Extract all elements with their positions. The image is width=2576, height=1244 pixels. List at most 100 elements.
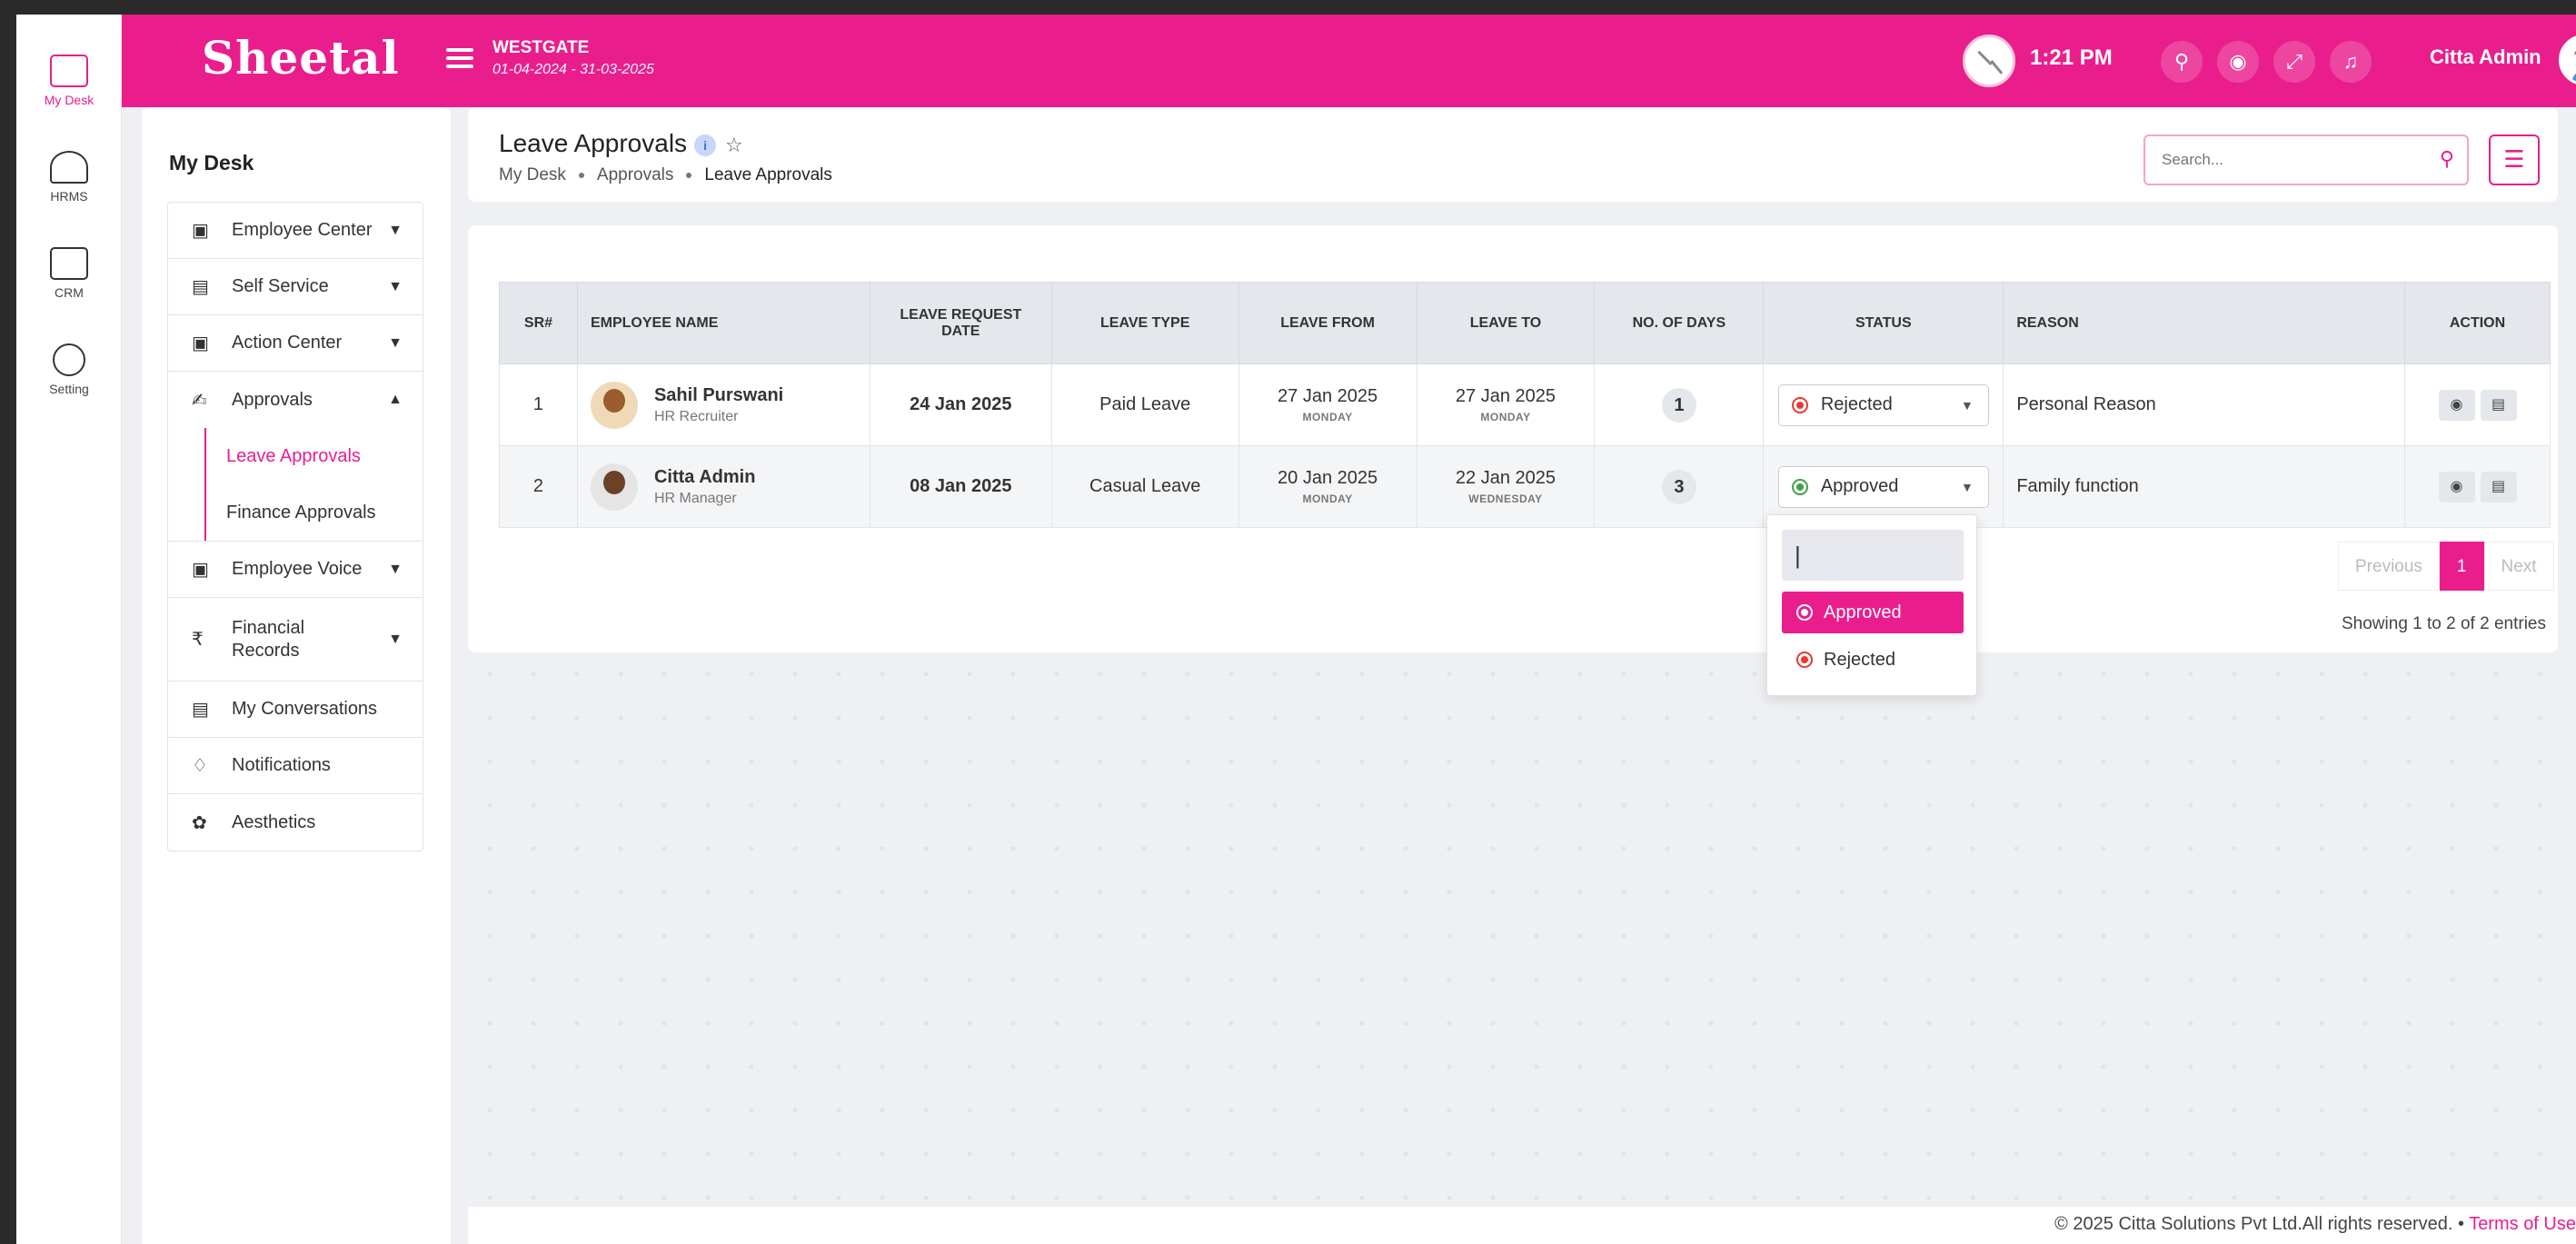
cell-days: 1 — [1594, 363, 1765, 446]
col-reason: REASON — [2003, 282, 2405, 364]
cell-leave-from: 20 Jan 2025 MONDAY — [1238, 445, 1417, 528]
search-input[interactable] — [2145, 136, 2418, 184]
status-rejected-icon — [1791, 396, 1808, 413]
search-box: ⚲ — [2143, 134, 2469, 185]
menu-item-my-conversations[interactable]: ▤ My Conversations — [168, 682, 423, 738]
submenu-finance-approvals[interactable]: Finance Approvals — [168, 484, 423, 541]
option-label: Rejected — [1824, 649, 1895, 670]
menu-item-approvals[interactable]: ✍ Approvals ▲ — [168, 372, 423, 428]
view-icon[interactable]: ◉ — [2438, 471, 2475, 503]
bell-icon[interactable]: ♫ — [2330, 41, 2372, 83]
employee-role: HR Recruiter — [653, 408, 739, 424]
brand-logo[interactable]: Sheetal — [202, 31, 400, 85]
chevron-down-icon: ▼ — [388, 334, 403, 351]
page-title: Leave Approvals i ☆ — [499, 129, 743, 158]
fiscal-year: 01-04-2024 - 31-03-2025 — [492, 62, 654, 77]
page-header: Leave Approvals i ☆ My Desk Approvals Leave … — [468, 107, 2558, 202]
hamburger-menu-icon[interactable] — [446, 48, 473, 73]
search-icon[interactable]: ⚲ — [2440, 147, 2454, 171]
rupee-icon: ₹ — [192, 630, 204, 650]
cell-reason: Personal Reason — [2003, 363, 2405, 446]
eye-icon[interactable]: ◉ — [2217, 41, 2259, 83]
menu-item-financial-records[interactable]: ₹ Financial Records ▼ — [168, 598, 423, 682]
menu-item-label: Action Center — [232, 333, 343, 353]
dropdown-option-rejected[interactable]: Rejected — [1782, 639, 1964, 681]
status-value: Approved — [1820, 476, 1899, 496]
radio-icon — [1796, 604, 1813, 621]
employee-avatar — [590, 381, 638, 429]
menu-list: ▣ Employee Center ▼ ▤ Self Service ▼ ▣ A… — [167, 202, 423, 851]
cell-employee: Sahil Purswani HR Recruiter — [576, 363, 870, 446]
voice-icon: ▣ — [192, 560, 209, 580]
menu-item-label: Notifications — [232, 755, 331, 775]
menu-item-employee-voice[interactable]: ▣ Employee Voice ▼ — [168, 542, 423, 598]
user-avatar[interactable] — [2559, 35, 2576, 85]
cell-status: Rejected ▼ — [1763, 363, 2004, 446]
date-value: 27 Jan 2025 — [1455, 386, 1557, 406]
option-label: Approved — [1824, 602, 1902, 622]
menu-item-notifications[interactable]: ♢ Notifications — [168, 738, 423, 794]
cell-request-date: 08 Jan 2025 — [869, 445, 1052, 528]
days-badge: 3 — [1661, 469, 1696, 504]
filter-button[interactable]: ☰ — [2489, 134, 2540, 185]
copyright: © 2025 Citta Solutions Pvt Ltd.All right… — [2054, 1214, 2453, 1234]
rail-item-crm[interactable]: CRM — [16, 247, 122, 300]
col-action: ACTION — [2404, 282, 2551, 364]
menu-item-employee-center[interactable]: ▣ Employee Center ▼ — [168, 203, 423, 259]
user-name[interactable]: Citta Admin — [2430, 45, 2541, 69]
view-icon[interactable]: ◉ — [2438, 389, 2475, 421]
fullscreen-icon[interactable]: ⤢ — [2273, 41, 2315, 83]
menu-item-self-service[interactable]: ▤ Self Service ▼ — [168, 259, 423, 315]
info-icon[interactable]: i — [694, 134, 717, 156]
col-status: STATUS — [1763, 282, 2004, 364]
cell-days: 3 — [1594, 445, 1765, 528]
table-row: 1 Sahil Purswani HR Recruiter 24 Jan 2025… — [499, 363, 2551, 446]
submenu-leave-approvals[interactable]: Leave Approvals — [168, 428, 423, 484]
col-leave-to: LEAVE TO — [1416, 282, 1596, 364]
status-select[interactable]: Approved ▼ — [1777, 465, 1989, 508]
col-leave-type: LEAVE TYPE — [1050, 282, 1239, 364]
comment-icon[interactable]: ▤ — [2480, 389, 2517, 421]
cell-leave-type: Paid Leave — [1050, 363, 1239, 446]
pagination-page[interactable]: 1 — [2439, 542, 2484, 591]
date-value: 27 Jan 2025 — [1278, 386, 1378, 406]
rail-item-setting[interactable]: Setting — [16, 343, 122, 396]
building-icon: ▣ — [192, 221, 209, 241]
menu-item-aesthetics[interactable]: ✿ Aesthetics — [168, 794, 423, 851]
breadcrumb-item[interactable]: Approvals — [597, 165, 674, 184]
breadcrumb-item[interactable]: My Desk — [499, 165, 566, 184]
pagination-next[interactable]: Next — [2483, 542, 2554, 591]
col-leave-from: LEAVE FROM — [1238, 282, 1417, 364]
cell-leave-from: 27 Jan 2025 MONDAY — [1238, 363, 1417, 446]
menu-item-label: Approvals — [232, 389, 313, 410]
rail-label: Setting — [49, 382, 89, 396]
menu-item-label: Employee Voice — [232, 559, 363, 579]
rail-item-my-desk[interactable]: My Desk — [16, 35, 122, 134]
notification-bell-icon: ♢ — [192, 756, 208, 776]
dropdown-option-approved[interactable]: Approved — [1782, 592, 1964, 633]
col-sr[interactable]: SR# — [499, 282, 578, 364]
pin-icon[interactable]: ☆ — [725, 134, 743, 157]
status-select[interactable]: Rejected ▼ — [1777, 383, 1989, 426]
rail-item-hrms[interactable]: HRMS — [16, 151, 122, 204]
comment-icon[interactable]: ▤ — [2480, 471, 2517, 503]
pagination-previous[interactable]: Previous — [2338, 542, 2440, 591]
menu-item-label: Employee Center — [232, 220, 373, 240]
chevron-down-icon: ▼ — [388, 222, 403, 238]
cell-request-date: 24 Jan 2025 — [869, 363, 1052, 446]
action-icon: ▣ — [192, 333, 209, 353]
employee-role: HR Manager — [653, 490, 737, 506]
rail-label: CRM — [55, 285, 84, 300]
terms-link[interactable]: Terms of Use — [2469, 1214, 2576, 1234]
cell-leave-type: Casual Leave — [1050, 445, 1239, 528]
chevron-up-icon: ▲ — [388, 392, 403, 407]
current-time: 1:21 PM — [2030, 45, 2113, 70]
date-value: 22 Jan 2025 — [1455, 468, 1557, 488]
employee-avatar — [590, 463, 638, 511]
menu-item-action-center[interactable]: ▣ Action Center ▼ — [168, 315, 423, 372]
dropdown-search-input[interactable] — [1782, 530, 1964, 581]
pin-icon[interactable]: ⚲ — [2161, 41, 2203, 83]
radio-icon — [1796, 652, 1813, 668]
status-dropdown: Approved Rejected — [1766, 514, 1977, 696]
app-frame: My Desk HRMS CRM Setting Sheetal WESTGAT… — [16, 15, 2576, 1244]
